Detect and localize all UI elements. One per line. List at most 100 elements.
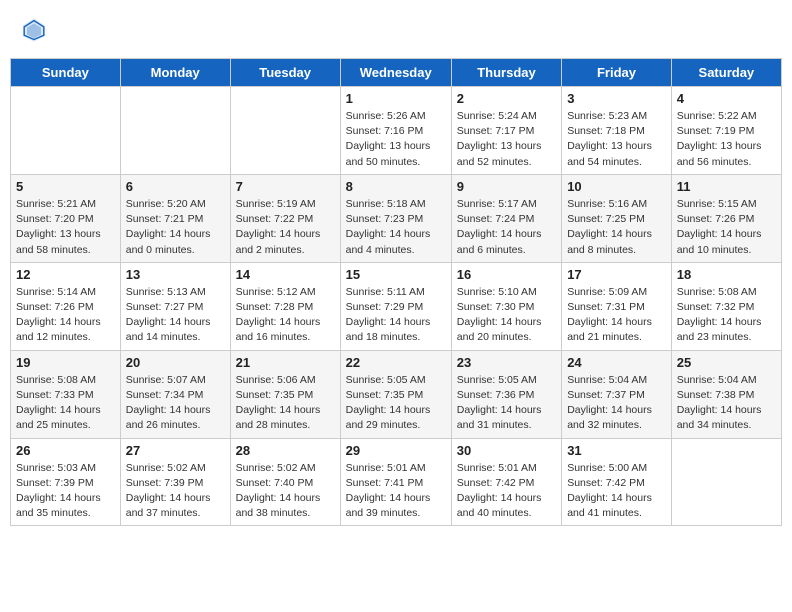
weekday-header-thursday: Thursday [451, 59, 561, 87]
calendar-cell [230, 87, 340, 175]
day-info: Sunrise: 5:10 AM Sunset: 7:30 PM Dayligh… [457, 285, 556, 346]
day-number: 14 [236, 267, 335, 282]
day-info: Sunrise: 5:05 AM Sunset: 7:35 PM Dayligh… [346, 373, 446, 434]
calendar-cell: 26 Sunrise: 5:03 AM Sunset: 7:39 PM Dayli… [11, 438, 121, 526]
day-info: Sunrise: 5:08 AM Sunset: 7:33 PM Dayligh… [16, 373, 115, 434]
day-number: 24 [567, 355, 666, 370]
calendar-cell: 14 Sunrise: 5:12 AM Sunset: 7:28 PM Dayli… [230, 262, 340, 350]
day-number: 26 [16, 443, 115, 458]
calendar-week-row: 19 Sunrise: 5:08 AM Sunset: 7:33 PM Dayli… [11, 350, 782, 438]
logo [20, 15, 52, 43]
day-number: 3 [567, 91, 666, 106]
day-number: 19 [16, 355, 115, 370]
calendar-cell: 11 Sunrise: 5:15 AM Sunset: 7:26 PM Dayli… [671, 174, 781, 262]
calendar-cell: 28 Sunrise: 5:02 AM Sunset: 7:40 PM Dayli… [230, 438, 340, 526]
day-info: Sunrise: 5:04 AM Sunset: 7:37 PM Dayligh… [567, 373, 666, 434]
day-info: Sunrise: 5:02 AM Sunset: 7:39 PM Dayligh… [126, 461, 225, 522]
calendar-week-row: 5Sunrise: 5:21 AM Sunset: 7:20 PM Daylig… [11, 174, 782, 262]
calendar-cell: 4 Sunrise: 5:22 AM Sunset: 7:19 PM Daylig… [671, 87, 781, 175]
day-number: 13 [126, 267, 225, 282]
weekday-header-friday: Friday [562, 59, 672, 87]
calendar-cell: 5Sunrise: 5:21 AM Sunset: 7:20 PM Daylig… [11, 174, 121, 262]
day-info: Sunrise: 5:01 AM Sunset: 7:42 PM Dayligh… [457, 461, 556, 522]
calendar-cell: 3 Sunrise: 5:23 AM Sunset: 7:18 PM Daylig… [562, 87, 672, 175]
day-number: 31 [567, 443, 666, 458]
day-info: Sunrise: 5:02 AM Sunset: 7:40 PM Dayligh… [236, 461, 335, 522]
day-info: Sunrise: 5:16 AM Sunset: 7:25 PM Dayligh… [567, 197, 666, 258]
calendar-cell [671, 438, 781, 526]
day-info: Sunrise: 5:01 AM Sunset: 7:41 PM Dayligh… [346, 461, 446, 522]
day-info: Sunrise: 5:26 AM Sunset: 7:16 PM Dayligh… [346, 109, 446, 170]
calendar-cell: 13 Sunrise: 5:13 AM Sunset: 7:27 PM Dayli… [120, 262, 230, 350]
day-number: 15 [346, 267, 446, 282]
day-info: Sunrise: 5:06 AM Sunset: 7:35 PM Dayligh… [236, 373, 335, 434]
logo-icon [20, 15, 48, 43]
day-number: 11 [677, 179, 776, 194]
page-header [10, 10, 782, 48]
day-info: Sunrise: 5:23 AM Sunset: 7:18 PM Dayligh… [567, 109, 666, 170]
day-number: 5 [16, 179, 115, 194]
day-number: 6 [126, 179, 225, 194]
calendar-cell: 1 Sunrise: 5:26 AM Sunset: 7:16 PM Daylig… [340, 87, 451, 175]
day-number: 4 [677, 91, 776, 106]
weekday-header-saturday: Saturday [671, 59, 781, 87]
calendar-cell: 22 Sunrise: 5:05 AM Sunset: 7:35 PM Dayli… [340, 350, 451, 438]
calendar-cell: 10 Sunrise: 5:16 AM Sunset: 7:25 PM Dayli… [562, 174, 672, 262]
day-info: Sunrise: 5:08 AM Sunset: 7:32 PM Dayligh… [677, 285, 776, 346]
calendar-cell: 2 Sunrise: 5:24 AM Sunset: 7:17 PM Daylig… [451, 87, 561, 175]
calendar-cell: 30 Sunrise: 5:01 AM Sunset: 7:42 PM Dayli… [451, 438, 561, 526]
calendar-cell: 18 Sunrise: 5:08 AM Sunset: 7:32 PM Dayli… [671, 262, 781, 350]
day-number: 17 [567, 267, 666, 282]
calendar-cell [11, 87, 121, 175]
calendar-cell: 20Sunrise: 5:07 AM Sunset: 7:34 PM Dayli… [120, 350, 230, 438]
day-number: 2 [457, 91, 556, 106]
day-number: 25 [677, 355, 776, 370]
weekday-header-wednesday: Wednesday [340, 59, 451, 87]
day-info: Sunrise: 5:20 AM Sunset: 7:21 PM Dayligh… [126, 197, 225, 258]
day-info: Sunrise: 5:24 AM Sunset: 7:17 PM Dayligh… [457, 109, 556, 170]
day-info: Sunrise: 5:13 AM Sunset: 7:27 PM Dayligh… [126, 285, 225, 346]
day-number: 23 [457, 355, 556, 370]
day-info: Sunrise: 5:04 AM Sunset: 7:38 PM Dayligh… [677, 373, 776, 434]
day-info: Sunrise: 5:19 AM Sunset: 7:22 PM Dayligh… [236, 197, 335, 258]
calendar-cell [120, 87, 230, 175]
calendar-cell: 29 Sunrise: 5:01 AM Sunset: 7:41 PM Dayli… [340, 438, 451, 526]
day-number: 18 [677, 267, 776, 282]
day-number: 7 [236, 179, 335, 194]
calendar-week-row: 26 Sunrise: 5:03 AM Sunset: 7:39 PM Dayli… [11, 438, 782, 526]
calendar-cell: 21Sunrise: 5:06 AM Sunset: 7:35 PM Dayli… [230, 350, 340, 438]
day-info: Sunrise: 5:03 AM Sunset: 7:39 PM Dayligh… [16, 461, 115, 522]
day-info: Sunrise: 5:11 AM Sunset: 7:29 PM Dayligh… [346, 285, 446, 346]
day-info: Sunrise: 5:15 AM Sunset: 7:26 PM Dayligh… [677, 197, 776, 258]
calendar-cell: 6 Sunrise: 5:20 AM Sunset: 7:21 PM Daylig… [120, 174, 230, 262]
day-number: 1 [346, 91, 446, 106]
day-info: Sunrise: 5:17 AM Sunset: 7:24 PM Dayligh… [457, 197, 556, 258]
day-info: Sunrise: 5:22 AM Sunset: 7:19 PM Dayligh… [677, 109, 776, 170]
weekday-header-tuesday: Tuesday [230, 59, 340, 87]
day-number: 16 [457, 267, 556, 282]
day-info: Sunrise: 5:05 AM Sunset: 7:36 PM Dayligh… [457, 373, 556, 434]
calendar-table: SundayMondayTuesdayWednesdayThursdayFrid… [10, 58, 782, 526]
day-number: 22 [346, 355, 446, 370]
day-info: Sunrise: 5:09 AM Sunset: 7:31 PM Dayligh… [567, 285, 666, 346]
calendar-cell: 7 Sunrise: 5:19 AM Sunset: 7:22 PM Daylig… [230, 174, 340, 262]
calendar-cell: 23 Sunrise: 5:05 AM Sunset: 7:36 PM Dayli… [451, 350, 561, 438]
day-number: 12 [16, 267, 115, 282]
calendar-cell: 31Sunrise: 5:00 AM Sunset: 7:42 PM Dayli… [562, 438, 672, 526]
day-number: 29 [346, 443, 446, 458]
day-info: Sunrise: 5:18 AM Sunset: 7:23 PM Dayligh… [346, 197, 446, 258]
day-number: 20 [126, 355, 225, 370]
calendar-cell: 9Sunrise: 5:17 AM Sunset: 7:24 PM Daylig… [451, 174, 561, 262]
calendar-week-row: 1 Sunrise: 5:26 AM Sunset: 7:16 PM Daylig… [11, 87, 782, 175]
calendar-cell: 12 Sunrise: 5:14 AM Sunset: 7:26 PM Dayli… [11, 262, 121, 350]
calendar-cell: 25 Sunrise: 5:04 AM Sunset: 7:38 PM Dayli… [671, 350, 781, 438]
weekday-header-monday: Monday [120, 59, 230, 87]
day-info: Sunrise: 5:12 AM Sunset: 7:28 PM Dayligh… [236, 285, 335, 346]
weekday-header-sunday: Sunday [11, 59, 121, 87]
calendar-week-row: 12 Sunrise: 5:14 AM Sunset: 7:26 PM Dayli… [11, 262, 782, 350]
day-number: 28 [236, 443, 335, 458]
day-info: Sunrise: 5:14 AM Sunset: 7:26 PM Dayligh… [16, 285, 115, 346]
day-number: 10 [567, 179, 666, 194]
calendar-cell: 27Sunrise: 5:02 AM Sunset: 7:39 PM Dayli… [120, 438, 230, 526]
day-number: 30 [457, 443, 556, 458]
